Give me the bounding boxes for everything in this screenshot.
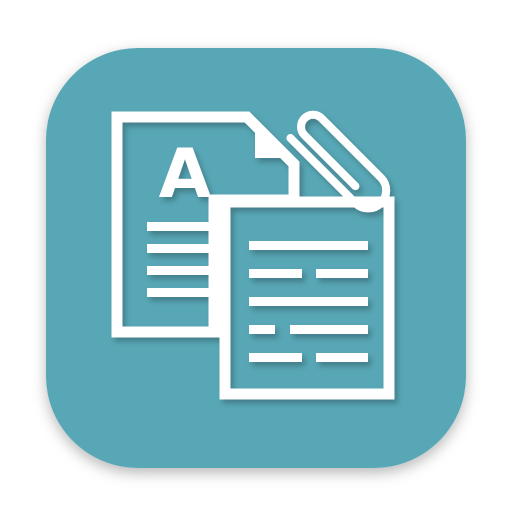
back-document-line <box>147 288 210 297</box>
front-document-line <box>249 325 275 334</box>
back-document-line <box>147 266 210 275</box>
back-document-letter: A <box>159 135 212 214</box>
front-document-line <box>249 269 302 278</box>
back-document-line <box>147 222 210 231</box>
front-document-line <box>316 353 368 362</box>
back-document-line <box>147 244 210 253</box>
app-tile-background <box>46 48 466 468</box>
front-document-line <box>316 269 368 278</box>
app-icon-canvas: A <box>0 0 512 512</box>
front-document-line <box>249 353 302 362</box>
document-attachment-app-icon[interactable]: A <box>0 0 512 512</box>
front-document-line <box>249 297 368 306</box>
front-document-line <box>290 325 368 334</box>
front-document-line <box>249 241 368 250</box>
